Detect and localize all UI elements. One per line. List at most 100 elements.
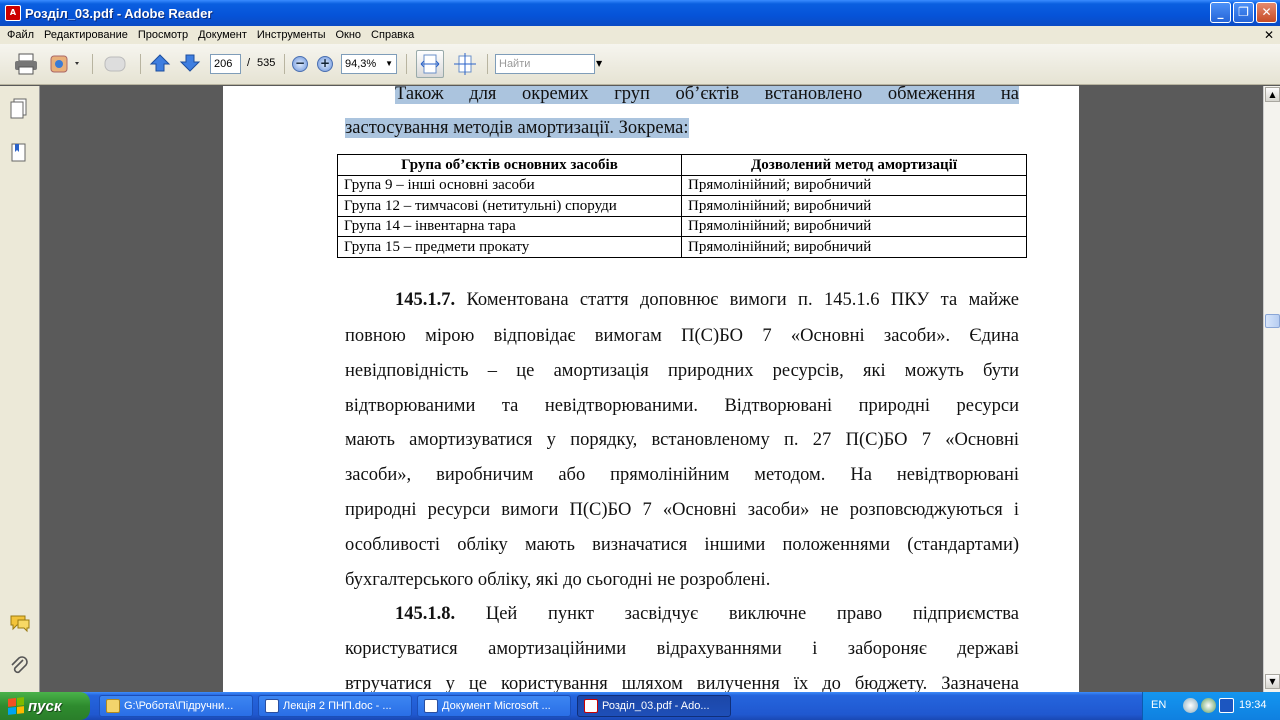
menu-file[interactable]: Файл	[2, 29, 39, 41]
taskbar-button-adobe-reader[interactable]: Розділ_03.pdf - Ado...	[577, 695, 731, 717]
navigation-panel	[0, 86, 40, 692]
table-cell-method: Прямолінійний; виробничий	[681, 236, 1027, 258]
page-total: 535	[257, 57, 276, 69]
toolbar: 206 / 535 − + 94,3% ▼ Найти ▼	[0, 44, 1280, 85]
paragraph-2-line: 145.1.8. Цей пункт засвідчує виключне пр…	[395, 604, 1019, 625]
zoom-select[interactable]: 94,3% ▼	[341, 54, 397, 74]
menu-edit[interactable]: Редактирование	[39, 29, 133, 41]
minimize-button[interactable]: _	[1210, 2, 1231, 23]
pdf-page: Також для окремих груп об’єктів встановл…	[223, 86, 1079, 692]
page-separator: /	[247, 57, 251, 69]
tray-app-icon[interactable]	[1219, 698, 1234, 713]
intro-line-1: Також для окремих груп об’єктів встановл…	[395, 86, 1019, 105]
attachments-icon[interactable]	[9, 654, 29, 676]
search-input[interactable]: Найти	[495, 54, 595, 74]
taskbar-button-explorer[interactable]: G:\Робота\Підручни...	[99, 695, 253, 717]
menu-window[interactable]: Окно	[330, 29, 366, 41]
paragraph-1-line: 145.1.7. Коментована стаття доповнює вим…	[395, 290, 1019, 311]
table-cell-group: Група 12 – тимчасові (нетитульні) споруд…	[337, 195, 682, 217]
depreciation-table: Група об’єктів основних засобів Дозволен…	[337, 154, 1027, 258]
print-icon[interactable]	[12, 52, 40, 76]
document-area[interactable]: Також для окремих груп об’єктів встановл…	[41, 86, 1263, 692]
table-row: Група 15 – предмети прокату Прямолінійни…	[337, 236, 1027, 258]
menu-document[interactable]: Документ	[193, 29, 252, 41]
window-controls: _ ❐ ✕	[1210, 2, 1277, 23]
previous-page-icon[interactable]	[149, 52, 171, 74]
document-close-icon[interactable]: ✕	[1264, 28, 1274, 42]
table-cell-group: Група 15 – предмети прокату	[337, 236, 682, 258]
scroll-down-icon[interactable]: ▼	[1265, 674, 1280, 689]
menu-view[interactable]: Просмотр	[133, 29, 193, 41]
taskbar-button-word-document[interactable]: Документ Microsoft ...	[417, 695, 571, 717]
fit-page-icon[interactable]	[451, 52, 479, 76]
table-cell-method: Прямолінійний; виробничий	[681, 195, 1027, 217]
paragraph-1-line: відтворюваними та невідтворюваними. Відт…	[345, 396, 1019, 416]
intro-text-2: застосування методів амортизації. Зокрем…	[345, 118, 689, 138]
table-cell-group: Група 14 – інвентарна тара	[337, 215, 682, 237]
start-label: пуск	[28, 697, 62, 715]
close-button[interactable]: ✕	[1256, 2, 1277, 23]
maximize-button[interactable]: ❐	[1233, 2, 1254, 23]
table-cell-method: Прямолінійний; виробничий	[681, 215, 1027, 237]
word-document-icon	[424, 699, 438, 713]
task-label: Лекція 2 ПНП.doc - ...	[283, 700, 392, 712]
task-label: G:\Робота\Підручни...	[124, 700, 234, 712]
comments-icon[interactable]	[9, 614, 30, 636]
table-header-group: Група об’єктів основних засобів	[337, 154, 682, 176]
taskbar: пуск G:\Робота\Підручни... Лекція 2 ПНП.…	[0, 692, 1280, 720]
paragraph-1-line: засоби», виробничим або прямолінійним ме…	[345, 465, 1019, 485]
table-cell-group: Група 9 – інші основні засоби	[337, 174, 682, 196]
fit-width-icon[interactable]	[416, 50, 444, 78]
table-row: Група 14 – інвентарна тара Прямолінійний…	[337, 215, 1027, 237]
vertical-scrollbar[interactable]: ▲ ▼	[1263, 86, 1280, 692]
zoom-value: 94,3%	[345, 58, 377, 70]
clock: 19:34	[1239, 699, 1267, 711]
paragraph-1-line: особливості обліку мають визначатися інш…	[345, 535, 1019, 555]
intro-text-1: Також для окремих груп об’єктів встановл…	[395, 86, 1019, 104]
paragraph-2-line: користуватися амортизаційними відрахуван…	[345, 639, 1019, 659]
pages-icon[interactable]	[9, 98, 29, 120]
bookmarks-icon[interactable]	[9, 142, 29, 164]
table-header-row: Група об’єктів основних засобів Дозволен…	[337, 154, 1027, 176]
scroll-thumb[interactable]	[1265, 314, 1280, 328]
scroll-up-icon[interactable]: ▲	[1265, 87, 1280, 102]
paragraph-2-line: втручатися у це користування шляхом вилу…	[345, 674, 1019, 692]
paragraph-1-line: природні ресурси вимоги П(С)БО 7 «Основн…	[345, 500, 1019, 520]
search-options-chevron-icon[interactable]: ▼	[596, 59, 602, 68]
adobe-reader-icon: A	[5, 5, 21, 21]
tray-back-icon[interactable]	[1183, 698, 1198, 713]
pdf-icon	[584, 699, 598, 713]
paragraph-2-number: 145.1.8.	[395, 604, 456, 624]
zoom-in-icon[interactable]: +	[317, 52, 333, 76]
paragraph-1-line: повною мірою відповідає вимогам П(С)БО 7…	[345, 326, 1019, 346]
start-button[interactable]: пуск	[0, 692, 90, 720]
windows-logo-icon	[8, 697, 24, 715]
tray-network-icon[interactable]	[1201, 698, 1216, 713]
task-label: Розділ_03.pdf - Ado...	[602, 700, 710, 712]
table-cell-method: Прямолінійний; виробничий	[681, 174, 1027, 196]
task-label: Документ Microsoft ...	[442, 700, 551, 712]
page-number-input[interactable]: 206	[210, 54, 241, 74]
table-row: Група 12 – тимчасові (нетитульні) споруд…	[337, 195, 1027, 217]
taskbar-button-word-lecture[interactable]: Лекція 2 ПНП.doc - ...	[258, 695, 412, 717]
language-indicator[interactable]: EN	[1151, 699, 1166, 711]
window-title: Розділ_03.pdf - Adobe Reader	[25, 5, 213, 21]
paragraph-1-text: Коментована стаття доповнює вимоги п. 14…	[466, 290, 1020, 310]
folder-icon	[106, 699, 120, 713]
table-header-method: Дозволений метод амортизації	[681, 154, 1027, 176]
title-bar[interactable]: A Розділ_03.pdf - Adobe Reader _ ❐ ✕	[0, 0, 1280, 26]
paragraph-2-text: Цей пункт засвідчує виключне право підпр…	[485, 604, 1020, 624]
next-page-icon[interactable]	[179, 52, 201, 74]
hand-tool-icon[interactable]	[100, 52, 132, 76]
share-icon[interactable]	[48, 52, 84, 76]
paragraph-1-number: 145.1.7.	[395, 290, 456, 310]
paragraph-1-line: невідповідність – це амортизація природн…	[345, 361, 1019, 381]
menu-bar: Файл Редактирование Просмотр Документ Ин…	[0, 26, 1280, 44]
word-document-icon	[265, 699, 279, 713]
zoom-out-icon[interactable]: −	[292, 52, 308, 76]
menu-tools[interactable]: Инструменты	[252, 29, 331, 41]
intro-line-2: застосування методів амортизації. Зокрем…	[345, 118, 1019, 139]
table-row: Група 9 – інші основні засоби Прямоліній…	[337, 174, 1027, 196]
system-tray: EN 19:34	[1142, 692, 1280, 720]
menu-help[interactable]: Справка	[366, 29, 419, 41]
